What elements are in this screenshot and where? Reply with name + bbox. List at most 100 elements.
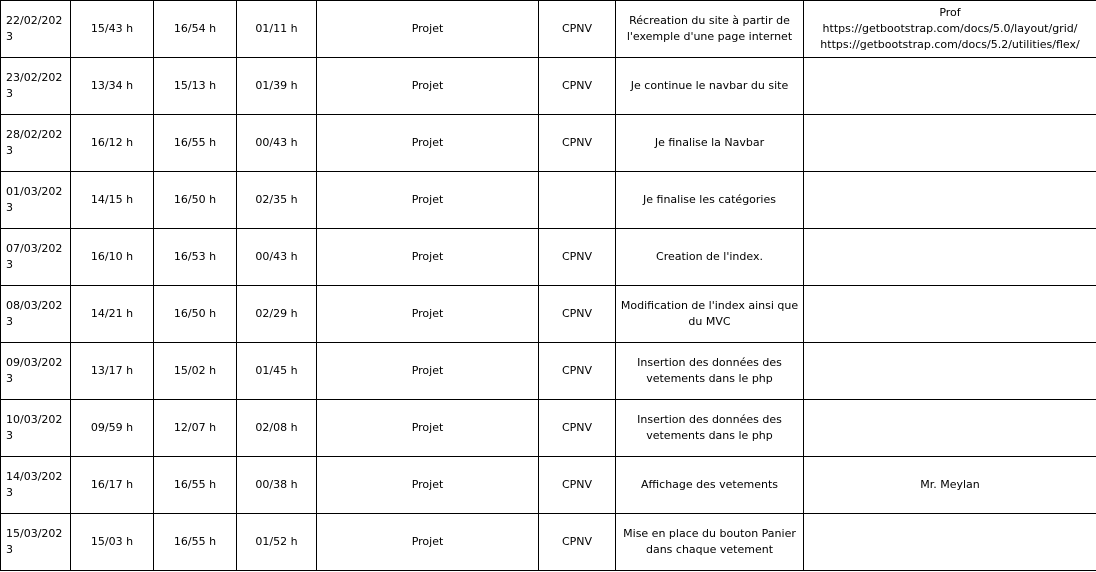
remarks-cell[interactable] <box>803 399 1096 457</box>
duration-text: 01/45 h <box>255 364 298 377</box>
end-time-cell[interactable]: 16/54 h <box>153 0 237 58</box>
end-time-text: 15/02 h <box>173 364 217 377</box>
end-time-cell[interactable]: 16/50 h <box>153 285 237 343</box>
description-cell[interactable]: Je finalise la Navbar <box>615 114 804 172</box>
duration-text: 02/08 h <box>255 421 298 434</box>
end-time-cell[interactable]: 12/07 h <box>153 399 237 457</box>
duration-cell[interactable]: 00/38 h <box>236 456 317 514</box>
duration-cell[interactable]: 02/35 h <box>236 171 317 229</box>
remarks-cell[interactable] <box>803 57 1096 115</box>
description-cell[interactable]: Récreation du site à partir de l'exemple … <box>615 0 804 58</box>
place-text: CPNV <box>561 250 593 263</box>
duration-cell[interactable]: 01/11 h <box>236 0 317 58</box>
date-cell[interactable]: 23/02/2023 <box>0 57 71 115</box>
start-time-cell[interactable]: 13/34 h <box>70 57 154 115</box>
date-cell[interactable]: 10/03/2023 <box>0 399 71 457</box>
end-time-cell[interactable]: 16/50 h <box>153 171 237 229</box>
description-line: Je continue le navbar du site <box>630 79 789 92</box>
work-log-body: 22/02/2023 15/43 h 16/54 h 01/11 h Proje… <box>0 0 1096 571</box>
duration-cell[interactable]: 02/29 h <box>236 285 317 343</box>
place-cell[interactable] <box>538 171 616 229</box>
duration-cell[interactable]: 01/45 h <box>236 342 317 400</box>
remarks-cell[interactable] <box>803 285 1096 343</box>
start-time-cell[interactable]: 16/10 h <box>70 228 154 286</box>
date-cell[interactable]: 22/02/2023 <box>0 0 71 58</box>
type-cell[interactable]: Projet <box>316 513 539 571</box>
date-text: 15/03/2023 <box>6 527 63 556</box>
start-time-text: 15/43 h <box>90 22 134 35</box>
remarks-cell[interactable] <box>803 342 1096 400</box>
place-cell[interactable]: CPNV <box>538 342 616 400</box>
type-cell[interactable]: Projet <box>316 342 539 400</box>
date-cell[interactable]: 14/03/2023 <box>0 456 71 514</box>
place-cell[interactable]: CPNV <box>538 114 616 172</box>
start-time-cell[interactable]: 15/43 h <box>70 0 154 58</box>
remarks-line: Prof <box>939 6 961 19</box>
description-cell[interactable]: Je continue le navbar du site <box>615 57 804 115</box>
duration-cell[interactable]: 01/39 h <box>236 57 317 115</box>
start-time-cell[interactable]: 14/21 h <box>70 285 154 343</box>
description-cell[interactable]: Affichage des vetements <box>615 456 804 514</box>
description-line: Je finalise les catégories <box>643 193 776 206</box>
type-cell[interactable]: Projet <box>316 228 539 286</box>
date-cell[interactable]: 07/03/2023 <box>0 228 71 286</box>
place-cell[interactable]: CPNV <box>538 57 616 115</box>
date-cell[interactable]: 08/03/2023 <box>0 285 71 343</box>
duration-cell[interactable]: 00/43 h <box>236 228 317 286</box>
end-time-cell[interactable]: 16/55 h <box>153 114 237 172</box>
remarks-cell[interactable]: Prof https://getbootstrap.com/docs/5.0/la… <box>803 0 1096 58</box>
end-time-text: 16/55 h <box>173 478 217 491</box>
remarks-cell[interactable] <box>803 228 1096 286</box>
description-line: vetements dans le php <box>646 429 773 442</box>
description-cell[interactable]: Creation de l'index. <box>615 228 804 286</box>
date-cell[interactable]: 09/03/2023 <box>0 342 71 400</box>
place-text: CPNV <box>561 421 593 434</box>
remarks-cell[interactable]: Mr. Meylan <box>803 456 1096 514</box>
description-cell[interactable]: Mise en place du bouton Panier dans chaqu… <box>615 513 804 571</box>
end-time-cell[interactable]: 16/55 h <box>153 456 237 514</box>
end-time-cell[interactable]: 16/53 h <box>153 228 237 286</box>
end-time-cell[interactable]: 15/13 h <box>153 57 237 115</box>
description-line: dans chaque vetement <box>645 543 774 556</box>
type-cell[interactable]: Projet <box>316 285 539 343</box>
type-cell[interactable]: Projet <box>316 0 539 58</box>
remarks-line: https://getbootstrap.com/docs/5.2/utilit… <box>820 38 1080 51</box>
start-time-cell[interactable]: 16/12 h <box>70 114 154 172</box>
date-cell[interactable]: 15/03/2023 <box>0 513 71 571</box>
date-cell[interactable]: 01/03/2023 <box>0 171 71 229</box>
type-text: Projet <box>411 478 444 491</box>
remarks-cell[interactable] <box>803 513 1096 571</box>
start-time-text: 16/17 h <box>90 478 134 491</box>
type-cell[interactable]: Projet <box>316 399 539 457</box>
remarks-cell[interactable] <box>803 114 1096 172</box>
start-time-cell[interactable]: 14/15 h <box>70 171 154 229</box>
duration-cell[interactable]: 01/52 h <box>236 513 317 571</box>
place-cell[interactable]: CPNV <box>538 285 616 343</box>
type-cell[interactable]: Projet <box>316 171 539 229</box>
end-time-cell[interactable]: 16/55 h <box>153 513 237 571</box>
date-cell[interactable]: 28/02/2023 <box>0 114 71 172</box>
description-line: du MVC <box>688 315 731 328</box>
remarks-cell[interactable] <box>803 171 1096 229</box>
description-line: vetements dans le php <box>646 372 773 385</box>
type-cell[interactable]: Projet <box>316 456 539 514</box>
description-cell[interactable]: Insertion des données des vetements dans … <box>615 399 804 457</box>
place-cell[interactable]: CPNV <box>538 228 616 286</box>
date-text: 22/02/2023 <box>6 14 63 43</box>
start-time-cell[interactable]: 15/03 h <box>70 513 154 571</box>
type-cell[interactable]: Projet <box>316 114 539 172</box>
place-cell[interactable]: CPNV <box>538 399 616 457</box>
description-cell[interactable]: Je finalise les catégories <box>615 171 804 229</box>
duration-cell[interactable]: 00/43 h <box>236 114 317 172</box>
place-cell[interactable]: CPNV <box>538 0 616 58</box>
start-time-cell[interactable]: 09/59 h <box>70 399 154 457</box>
description-cell[interactable]: Modification de l'index ainsi que du MVC <box>615 285 804 343</box>
start-time-cell[interactable]: 16/17 h <box>70 456 154 514</box>
start-time-cell[interactable]: 13/17 h <box>70 342 154 400</box>
type-cell[interactable]: Projet <box>316 57 539 115</box>
place-cell[interactable]: CPNV <box>538 513 616 571</box>
place-cell[interactable]: CPNV <box>538 456 616 514</box>
duration-cell[interactable]: 02/08 h <box>236 399 317 457</box>
end-time-cell[interactable]: 15/02 h <box>153 342 237 400</box>
description-cell[interactable]: Insertion des données des vetements dans … <box>615 342 804 400</box>
